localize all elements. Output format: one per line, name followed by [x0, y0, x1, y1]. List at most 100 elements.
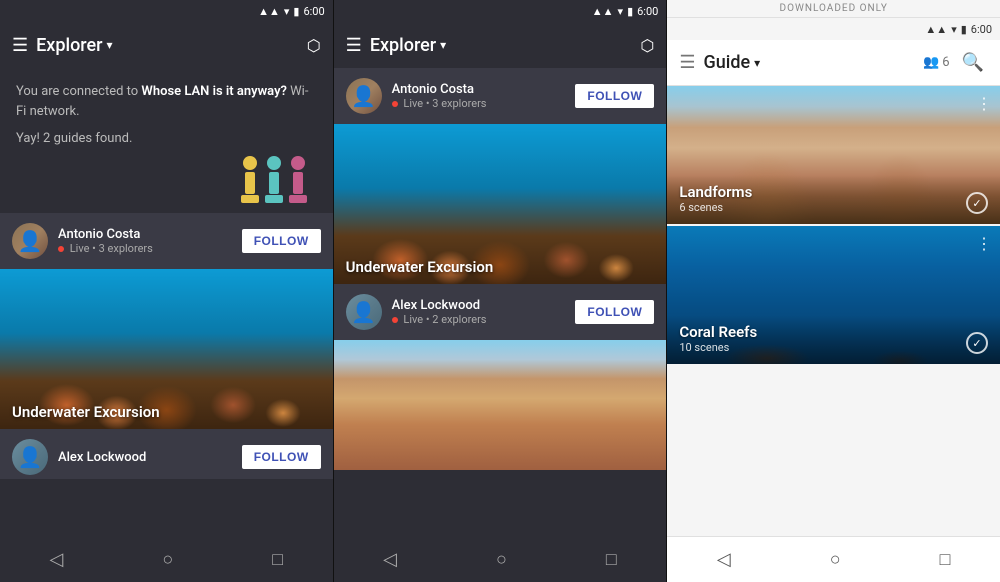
- content-right: ⋮ Landforms 6 scenes ✓ ⋮ Coral Reefs 10 …: [667, 86, 1000, 536]
- guide-card-mid-2[interactable]: Alex Lockwood Live • 2 explorers FOLLOW: [334, 284, 667, 470]
- vr-icon-left[interactable]: ⬡: [307, 36, 321, 55]
- bottom-nav-left: ◁ ○ □: [0, 536, 333, 582]
- guide-check-landforms: ✓: [966, 192, 988, 214]
- people-icon: 👥: [923, 55, 939, 70]
- more-options-landforms[interactable]: ⋮: [976, 94, 992, 113]
- rock-bg-mid-2: [334, 340, 667, 470]
- wifi-icon-mid: ▾: [618, 5, 624, 18]
- guide-caption-left-1: Underwater Excursion: [0, 395, 172, 429]
- menu-icon-mid[interactable]: ☰: [346, 35, 362, 56]
- guide-meta-mid-2: Live • 2 explorers: [392, 313, 566, 326]
- guide-card-header-left-1: Antonio Costa Live • 3 explorers FOLLOW: [0, 213, 333, 269]
- back-button-mid[interactable]: ◁: [363, 541, 417, 578]
- guide-name-mid-2: Alex Lockwood: [392, 298, 566, 313]
- guide-image-left-1: Underwater Excursion: [0, 269, 333, 429]
- follow-button-mid-2[interactable]: FOLLOW: [575, 300, 654, 324]
- guide-caption-mid-1: Underwater Excursion: [334, 250, 506, 284]
- people-count: 👥 6: [923, 55, 950, 70]
- follow-button-mid-1[interactable]: FOLLOW: [575, 84, 654, 108]
- panel-right: DOWNLOADED ONLY ▲▲ ▾ ▮ 6:00 ☰ Guide ▾ 👥 …: [667, 0, 1000, 582]
- guide-title-landforms: Landforms: [679, 183, 988, 201]
- guides-found: Yay! 2 guides found.: [0, 131, 333, 156]
- menu-icon-right[interactable]: ☰: [679, 52, 695, 73]
- guide-list-info-coral: Coral Reefs 10 scenes: [667, 315, 1000, 364]
- follow-button-left-2[interactable]: FOLLOW: [242, 445, 321, 469]
- title-caret-left[interactable]: ▾: [106, 38, 112, 52]
- status-bar-left: ▲▲ ▾ ▮ 6:00: [0, 0, 333, 22]
- guide-scenes-landforms: 6 scenes: [679, 201, 988, 214]
- guide-info-left-1: Antonio Costa Live • 3 explorers: [58, 227, 232, 255]
- wifi-icon-right: ▾: [951, 23, 957, 36]
- status-icons-right: ▲▲ ▾ ▮ 6:00: [925, 23, 992, 36]
- home-button-mid[interactable]: ○: [476, 541, 527, 578]
- follow-button-left-1[interactable]: FOLLOW: [242, 229, 321, 253]
- title-caret-right[interactable]: ▾: [754, 56, 760, 70]
- guide-title-coral: Coral Reefs: [679, 323, 988, 341]
- toolbar-left: ☰ Explorer ▾ ⬡: [0, 22, 333, 68]
- live-dot-mid-1: [392, 101, 398, 107]
- guide-name-mid-1: Antonio Costa: [392, 82, 566, 97]
- avatar-alex-left: [12, 439, 48, 475]
- downloaded-banner: DOWNLOADED ONLY: [667, 0, 1000, 18]
- guide-list-item-landforms[interactable]: ⋮ Landforms 6 scenes ✓: [667, 86, 1000, 226]
- back-button-right[interactable]: ◁: [697, 541, 751, 578]
- recents-button-right[interactable]: □: [920, 541, 971, 578]
- guide-card-mid-1[interactable]: Antonio Costa Live • 3 explorers FOLLOW …: [334, 68, 667, 284]
- signal-icon-mid: ▲▲: [592, 5, 614, 18]
- guide-meta-mid-1: Live • 3 explorers: [392, 97, 566, 110]
- live-dot-mid-2: [392, 317, 398, 323]
- recents-button-mid[interactable]: □: [586, 541, 637, 578]
- status-bar-mid: ▲▲ ▾ ▮ 6:00: [334, 0, 667, 22]
- guide-card-header-mid-1: Antonio Costa Live • 3 explorers FOLLOW: [334, 68, 667, 124]
- app-title-right: Guide ▾: [703, 52, 760, 73]
- guide-name-left-2: Alex Lockwood: [58, 450, 232, 465]
- avatar-alex-mid: [346, 294, 382, 330]
- signal-icon-right: ▲▲: [925, 23, 947, 36]
- guide-card-left-2[interactable]: Alex Lockwood FOLLOW: [0, 429, 333, 479]
- time-right: 6:00: [971, 23, 992, 36]
- battery-icon-right: ▮: [961, 23, 967, 36]
- home-button-right[interactable]: ○: [810, 541, 861, 578]
- menu-icon-left[interactable]: ☰: [12, 35, 28, 56]
- time-mid: 6:00: [637, 5, 658, 18]
- guide-list-info-landforms: Landforms 6 scenes: [667, 175, 1000, 224]
- live-dot-left-1: [58, 246, 64, 252]
- guide-info-left-2: Alex Lockwood: [58, 450, 232, 465]
- panel-mid: ▲▲ ▾ ▮ 6:00 ☰ Explorer ▾ ⬡ Antonio Costa: [334, 0, 668, 582]
- status-icons-mid: ▲▲ ▾ ▮ 6:00: [592, 5, 659, 18]
- guide-card-header-left-2: Alex Lockwood FOLLOW: [0, 429, 333, 479]
- guide-info-mid-1: Antonio Costa Live • 3 explorers: [392, 82, 566, 110]
- signal-icon: ▲▲: [258, 5, 280, 18]
- content-mid: Antonio Costa Live • 3 explorers FOLLOW …: [334, 68, 667, 536]
- search-button-right[interactable]: 🔍: [958, 48, 988, 77]
- guide-name-left-1: Antonio Costa: [58, 227, 232, 242]
- toolbar-right-left: ⬡: [307, 36, 321, 55]
- toolbar-mid: ☰ Explorer ▾ ⬡: [334, 22, 667, 68]
- recents-button-left[interactable]: □: [252, 541, 303, 578]
- guide-list-item-coral[interactable]: ⋮ Coral Reefs 10 scenes ✓: [667, 226, 1000, 366]
- wifi-icon: ▾: [284, 5, 290, 18]
- guide-card-header-mid-2: Alex Lockwood Live • 2 explorers FOLLOW: [334, 284, 667, 340]
- time-left: 6:00: [303, 5, 324, 18]
- title-caret-mid[interactable]: ▾: [440, 38, 446, 52]
- toolbar-right: ☰ Guide ▾ 👥 6 🔍: [667, 40, 1000, 86]
- home-button-left[interactable]: ○: [142, 541, 193, 578]
- status-icons-left: ▲▲ ▾ ▮ 6:00: [258, 5, 325, 18]
- battery-icon: ▮: [293, 5, 299, 18]
- battery-icon-mid: ▮: [627, 5, 633, 18]
- vr-icon-mid[interactable]: ⬡: [640, 36, 654, 55]
- guide-image-mid-1: Underwater Excursion: [334, 124, 667, 284]
- illustration: [0, 156, 333, 213]
- app-title-left: Explorer ▾: [36, 35, 112, 56]
- avatar-antonio-mid: [346, 78, 382, 114]
- bottom-nav-right: ◁ ○ □: [667, 536, 1000, 582]
- guide-card-left-1[interactable]: Antonio Costa Live • 3 explorers FOLLOW …: [0, 213, 333, 429]
- guide-check-coral: ✓: [966, 332, 988, 354]
- guide-image-mid-2: [334, 340, 667, 470]
- more-options-coral[interactable]: ⋮: [976, 234, 992, 253]
- back-button-left[interactable]: ◁: [30, 541, 84, 578]
- guide-scenes-coral: 10 scenes: [679, 341, 988, 354]
- toolbar-right-right: 👥 6 🔍: [923, 48, 988, 77]
- app-title-mid: Explorer ▾: [370, 35, 446, 56]
- wifi-message: You are connected to Whose LAN is it any…: [0, 68, 333, 131]
